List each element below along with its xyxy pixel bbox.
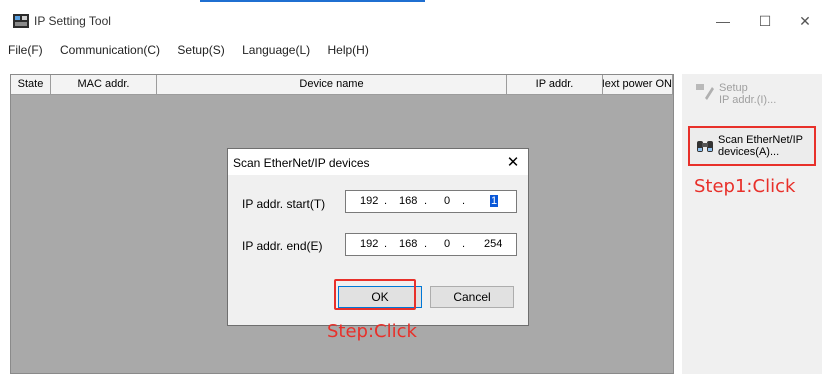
menu-setup[interactable]: Setup(S) — [177, 43, 224, 57]
binoculars-icon — [697, 141, 713, 152]
dot-separator: . — [384, 195, 388, 207]
setup-line1: Setup — [719, 82, 748, 94]
scan-ethernetip-button[interactable]: Scan EtherNet/IP devices(A)... — [688, 126, 816, 166]
dialog-title: Scan EtherNet/IP devices — [233, 156, 370, 170]
dot-separator: . — [462, 195, 466, 207]
menu-help[interactable]: Help(H) — [328, 43, 369, 57]
ip-start-label: IP addr. start(T) — [242, 197, 326, 211]
dialog-close-icon[interactable]: ✕ — [504, 153, 522, 171]
close-button[interactable]: ✕ — [788, 9, 822, 33]
title-bar: IP Setting Tool — ☐ ✕ — [0, 2, 822, 32]
ip-start-octet2[interactable]: 168 — [399, 195, 417, 207]
app-icon — [13, 14, 29, 28]
right-panel: Setup IP addr.(I)... Scan EtherNet/IP devi… — [682, 74, 822, 374]
menu-communication[interactable]: Communication(C) — [60, 43, 160, 57]
ip-end-octet3[interactable]: 0 — [444, 238, 450, 250]
ip-end-octet4[interactable]: 254 — [484, 238, 502, 250]
ip-start-octet4[interactable]: 1 — [490, 195, 499, 207]
setup-ip-button[interactable]: Setup IP addr.(I)... — [687, 76, 817, 116]
menu-language[interactable]: Language(L) — [242, 43, 310, 57]
ok-highlight-box — [334, 279, 416, 310]
wrench-icon — [696, 84, 714, 100]
scan-line2: devices(A)... — [718, 146, 780, 158]
window-title: IP Setting Tool — [34, 14, 111, 28]
step2-annotation: Step:Click — [327, 321, 417, 342]
cancel-button[interactable]: Cancel — [430, 286, 514, 308]
ip-end-field[interactable]: 192 . 168 . 0 . 254 — [345, 233, 517, 256]
dot-separator: . — [384, 238, 388, 250]
maximize-button[interactable]: ☐ — [748, 9, 782, 33]
ip-start-field[interactable]: 192 . 168 . 0 . 1 — [345, 190, 517, 213]
col-mac[interactable]: MAC addr. — [51, 75, 157, 94]
ip-end-octet2[interactable]: 168 — [399, 238, 417, 250]
step1-annotation: Step1:Click — [694, 176, 796, 197]
dialog-titlebar: Scan EtherNet/IP devices ✕ — [228, 149, 528, 175]
col-state[interactable]: State — [11, 75, 51, 94]
col-device-name[interactable]: Device name — [157, 75, 507, 94]
ip-end-octet1[interactable]: 192 — [360, 238, 378, 250]
col-ip[interactable]: IP addr. — [507, 75, 603, 94]
minimize-button[interactable]: — — [706, 9, 740, 33]
dot-separator: . — [424, 195, 428, 207]
table-header: State MAC addr. Device name IP addr. Nex… — [11, 75, 673, 95]
col-next-power[interactable]: Next power ON — [603, 75, 673, 94]
menu-file[interactable]: File(F) — [8, 43, 43, 57]
dot-separator: . — [424, 238, 428, 250]
ip-start-octet3[interactable]: 0 — [444, 195, 450, 207]
setup-line2: IP addr.(I)... — [719, 94, 777, 106]
dot-separator: . — [462, 238, 466, 250]
ip-end-label: IP addr. end(E) — [242, 239, 323, 253]
scan-line1: Scan EtherNet/IP — [718, 134, 803, 146]
menu-bar: File(F) Communication(C) Setup(S) Langua… — [8, 43, 383, 61]
ip-start-octet1[interactable]: 192 — [360, 195, 378, 207]
